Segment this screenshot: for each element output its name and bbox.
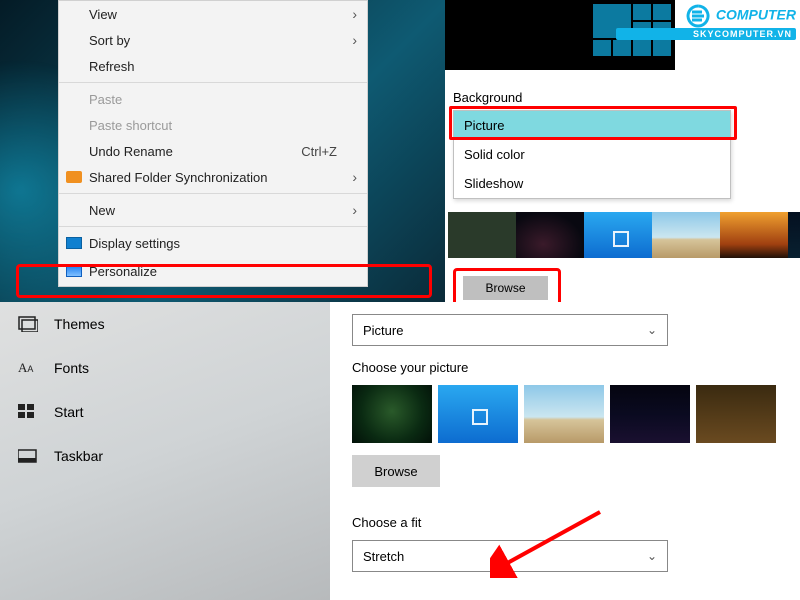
menu-personalize[interactable]: Personalize [59, 256, 367, 286]
brand-text: COMPUTER [716, 7, 796, 23]
menu-sort-by[interactable]: Sort by › [59, 27, 367, 53]
personalization-settings: Picture ⌄ Choose your picture Browse Cho… [330, 302, 800, 600]
separator [59, 82, 367, 83]
recent-pictures-strip [448, 212, 800, 258]
picture-thumbnail[interactable] [610, 385, 690, 443]
menu-undo-rename[interactable]: Undo Rename Ctrl+Z [59, 138, 367, 164]
monitor-icon [66, 237, 82, 249]
option-solid-color[interactable]: Solid color [454, 140, 730, 169]
picture-thumbnail[interactable] [352, 385, 432, 443]
desktop-context-menu: View › Sort by › Refresh Paste Paste sho… [58, 0, 368, 287]
choose-fit-label: Choose a fit [352, 515, 786, 530]
select-value: Picture [363, 323, 403, 338]
chevron-right-icon: › [352, 6, 357, 22]
browse-button[interactable]: Browse [463, 276, 548, 300]
menu-label: Personalize [89, 264, 157, 279]
menu-paste: Paste [59, 86, 367, 112]
start-icon [18, 404, 38, 420]
menu-label: Sort by [89, 33, 130, 48]
picture-thumbnail[interactable] [720, 212, 788, 258]
menu-view[interactable]: View › [59, 1, 367, 27]
chevron-right-icon: › [352, 169, 357, 185]
option-slideshow[interactable]: Slideshow [454, 169, 730, 198]
logo-icon [684, 4, 712, 28]
picture-thumbnail[interactable] [584, 212, 652, 258]
sidebar-label: Fonts [54, 360, 89, 376]
menu-label: Display settings [89, 236, 180, 251]
option-picture[interactable]: Picture [454, 111, 730, 140]
themes-icon [18, 316, 38, 332]
menu-label: Paste [89, 92, 122, 107]
keyboard-shortcut: Ctrl+Z [301, 144, 337, 159]
menu-shared-folder[interactable]: Shared Folder Synchronization › [59, 164, 367, 190]
picture-thumbnail[interactable] [438, 385, 518, 443]
separator [59, 193, 367, 194]
fonts-icon: AA [18, 360, 38, 376]
picture-thumbnail[interactable] [652, 212, 720, 258]
picture-thumbnail[interactable] [696, 385, 776, 443]
menu-paste-shortcut: Paste shortcut [59, 112, 367, 138]
desktop-background: View › Sort by › Refresh Paste Paste sho… [0, 0, 445, 302]
menu-label: View [89, 7, 117, 22]
picture-thumbnail[interactable] [448, 212, 516, 258]
sidebar-item-fonts[interactable]: AA Fonts [0, 346, 330, 390]
picture-thumbnails [352, 385, 786, 443]
menu-display-settings[interactable]: Display settings [59, 230, 367, 256]
background-type-select[interactable]: Picture ⌄ [352, 314, 668, 346]
menu-label: Refresh [89, 59, 135, 74]
select-value: Stretch [363, 549, 404, 564]
picture-thumbnail[interactable] [788, 212, 800, 258]
background-label: Background [453, 90, 522, 105]
sync-icon [66, 171, 82, 183]
separator [59, 226, 367, 227]
browse-button[interactable]: Browse [352, 455, 440, 487]
fit-select[interactable]: Stretch ⌄ [352, 540, 668, 572]
background-settings-panel: COMPUTER SKYCOMPUTER.VN Background Pictu… [445, 0, 800, 302]
picture-thumbnail[interactable] [516, 212, 584, 258]
picture-thumbnail[interactable] [524, 385, 604, 443]
chevron-right-icon: › [352, 202, 357, 218]
sidebar-item-taskbar[interactable]: Taskbar [0, 434, 330, 478]
settings-sidebar: Themes AA Fonts Start Taskbar [0, 302, 330, 600]
sidebar-item-themes[interactable]: Themes [0, 302, 330, 346]
sidebar-item-start[interactable]: Start [0, 390, 330, 434]
background-dropdown-open: Picture Solid color Slideshow [453, 110, 731, 199]
sidebar-label: Taskbar [54, 448, 103, 464]
choose-picture-label: Choose your picture [352, 360, 786, 375]
chevron-right-icon: › [352, 32, 357, 48]
sidebar-label: Start [54, 404, 84, 420]
chevron-down-icon: ⌄ [647, 549, 657, 563]
menu-label: Shared Folder Synchronization [89, 170, 268, 185]
chevron-down-icon: ⌄ [647, 323, 657, 337]
sidebar-label: Themes [54, 316, 105, 332]
watermark-logo: COMPUTER SKYCOMPUTER.VN [616, 4, 796, 40]
menu-refresh[interactable]: Refresh [59, 53, 367, 79]
menu-new[interactable]: New › [59, 197, 367, 223]
taskbar-icon [18, 448, 38, 464]
personalize-icon [66, 265, 82, 277]
brand-site: SKYCOMPUTER.VN [616, 28, 796, 40]
menu-label: New [89, 203, 115, 218]
menu-label: Paste shortcut [89, 118, 172, 133]
menu-label: Undo Rename [89, 144, 173, 159]
